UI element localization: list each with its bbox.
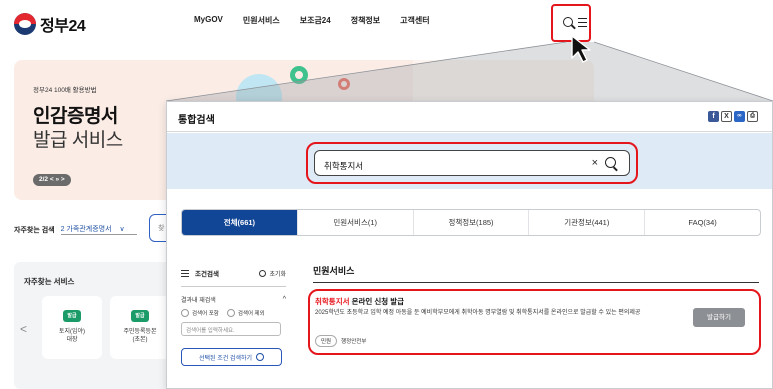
taegeuk-logo-icon [14, 13, 36, 35]
frequent-services-panel: 자주찾는 서비스 < 발급 토지(임야) 대장 발급 주민등록등본 (초본) [14, 262, 174, 389]
frequent-search-select[interactable]: 2 가족관계증명서 ∨ [60, 224, 137, 235]
facebook-share-icon[interactable]: f [708, 111, 719, 122]
divider [181, 286, 286, 287]
nav-item-subsidy[interactable]: 보조금24 [300, 15, 331, 26]
popup-title: 통합검색 [178, 115, 215, 126]
global-header: 정부24 MyGOV 민원서비스 보조금24 정책정보 고객센터 [0, 0, 773, 44]
results-section-heading: 민원서비스 [313, 266, 355, 276]
service-card[interactable]: 발급 주민등록등본 (초본) [110, 296, 170, 359]
search-icon[interactable] [563, 17, 573, 27]
frequent-search-label: 자주찾는 검색 [14, 226, 55, 234]
issue-badge: 발급 [63, 310, 81, 322]
hamburger-menu-icon[interactable] [578, 18, 587, 30]
tab-agency[interactable]: 기관정보(441) [529, 210, 646, 235]
result-title-rest: 온라인 신청 발급 [349, 297, 405, 306]
search-band: 취학통지서 × [167, 133, 772, 189]
result-item-highlight: 취학통지서 온라인 신청 발급 2025학년도 초등학교 입학 예정 아동을 둔… [308, 289, 761, 355]
integrated-search-popup: 통합검색 f X ∞ ⎙ 취학통지서 × 전체(661) 민원서비스(1) 정책… [166, 101, 773, 389]
tab-all[interactable]: 전체(661) [182, 210, 298, 235]
result-description: 2025학년도 초등학교 입학 예정 아동을 둔 예비학부모에게 취학아동 명부… [315, 310, 641, 316]
tab-faq[interactable]: FAQ(34) [645, 210, 760, 235]
search-results: 민원서비스 취학통지서 온라인 신청 발급 2025학년도 초등학교 입학 예정… [308, 264, 761, 355]
research-options: 검색어 포함 검색어 제외 [181, 309, 286, 317]
service-name-line: (초본) [132, 337, 148, 343]
logo-text: 정부24 [40, 18, 86, 35]
search-query: 취학통지서 [324, 161, 364, 171]
divider [313, 282, 759, 283]
service-name: 주민등록등본 (초본) [110, 328, 170, 344]
tab-policy[interactable]: 정책정보(185) [414, 210, 530, 235]
category-chip: 민원 [315, 335, 338, 347]
radio-exclude[interactable]: 검색어 제외 [226, 309, 265, 317]
decorative-ring [290, 66, 308, 84]
search-submit-icon[interactable] [605, 157, 619, 171]
radio-include-label: 검색어 포함 [192, 311, 219, 317]
research-label: 결과내 재검색 [181, 297, 216, 304]
prev-arrow-icon[interactable]: < [20, 322, 27, 336]
decorative-dot [338, 78, 350, 90]
radio-circle-icon [181, 309, 189, 317]
issue-button[interactable]: 발급하기 [693, 308, 745, 327]
refresh-icon [259, 269, 267, 277]
frequent-services-title: 자주찾는 서비스 [24, 277, 75, 286]
result-meta: 민원 행정안전부 [315, 335, 366, 347]
service-name: 토지(임야) 대장 [42, 328, 102, 344]
nav-item-policy[interactable]: 정책정보 [351, 15, 380, 26]
frequent-search-value: 2 가족관계증명서 [60, 226, 112, 233]
popup-header: 통합검색 f X ∞ ⎙ [167, 102, 772, 132]
search-box-highlight: 취학통지서 × [306, 142, 638, 184]
hero-title: 인감증명서 [33, 106, 118, 127]
mouse-cursor-icon [571, 35, 591, 63]
popup-search-input[interactable]: 취학통지서 × [314, 150, 630, 176]
filter-sliders-icon [181, 269, 189, 278]
link-copy-icon[interactable]: ∞ [734, 111, 745, 122]
radio-include[interactable]: 검색어 포함 [181, 309, 219, 317]
banner-pager[interactable]: 2/2 < » > [33, 174, 71, 186]
research-toggle[interactable]: 결과내 재검색 ^ [181, 293, 286, 305]
reset-button[interactable]: 초기화 [259, 269, 286, 278]
research-input[interactable]: 검색어를 입력하세요. [181, 322, 281, 336]
issue-badge: 발급 [131, 310, 149, 322]
agency-name: 행정안전부 [341, 339, 367, 345]
nav-item-support[interactable]: 고객센터 [400, 15, 429, 26]
nav-item-mygov[interactable]: MyGOV [194, 15, 223, 26]
search-icon [256, 353, 264, 361]
service-name-line: 주민등록등본 [123, 329, 157, 335]
share-tools: f X ∞ ⎙ [708, 111, 758, 122]
site-logo[interactable]: 정부24 [14, 12, 86, 36]
main-nav: MyGOV 민원서비스 보조금24 정책정보 고객센터 [194, 15, 450, 26]
hero-caption: 정부24 100배 활용방법 [33, 87, 97, 94]
result-title-highlight: 취학통지서 [315, 297, 350, 306]
tab-civil-service[interactable]: 민원서비스(1) [298, 210, 414, 235]
chevron-down-icon: ∨ [119, 226, 125, 233]
result-tabs: 전체(661) 민원서비스(1) 정책정보(185) 기관정보(441) FAQ… [181, 209, 761, 236]
x-share-icon[interactable]: X [721, 111, 732, 122]
apply-filter-button[interactable]: 선택된 조건 검색하기 [181, 348, 282, 366]
service-card[interactable]: 발급 토지(임야) 대장 [42, 296, 102, 359]
radio-circle-icon [226, 309, 235, 317]
frequent-search: 자주찾는 검색 2 가족관계증명서 ∨ [14, 224, 137, 235]
apply-filter-label: 선택된 조건 검색하기 [198, 355, 252, 362]
chevron-up-icon: ^ [282, 295, 286, 303]
radio-exclude-label: 검색어 제외 [237, 311, 265, 317]
condition-filter: 조건검색 초기화 결과내 재검색 ^ 검색어 포함 검색어 제외 검색어를 입력… [181, 266, 286, 366]
clear-icon[interactable]: × [592, 157, 598, 169]
nav-item-civil-service[interactable]: 민원서비스 [243, 15, 280, 26]
service-name-line: 대장 [66, 337, 78, 343]
filter-title: 조건검색 [195, 271, 219, 278]
hero-subtitle: 발급 서비스 [33, 130, 123, 151]
reset-label: 초기화 [269, 271, 286, 278]
service-name-line: 토지(임야) [58, 329, 86, 335]
filter-header: 조건검색 초기화 [181, 266, 286, 280]
result-title[interactable]: 취학통지서 온라인 신청 발급 [315, 296, 404, 307]
print-icon[interactable]: ⎙ [747, 111, 758, 122]
